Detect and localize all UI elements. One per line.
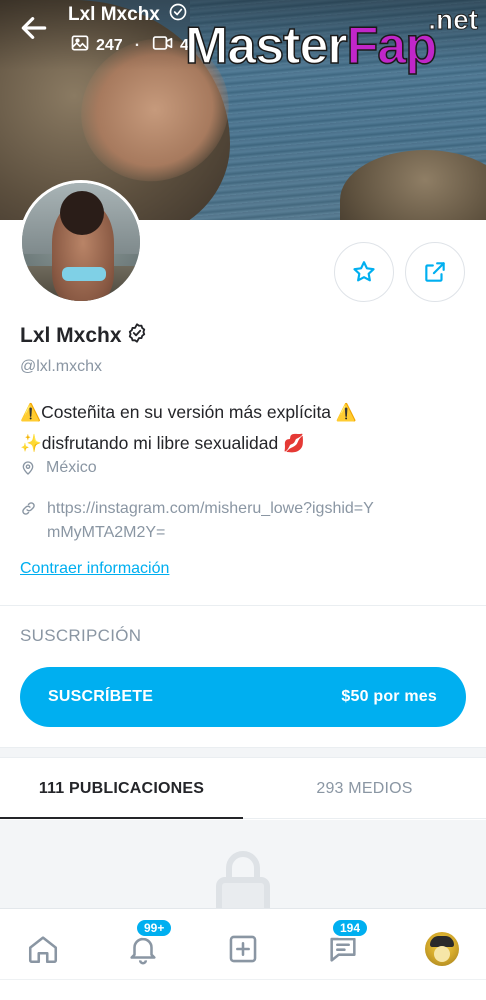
website-link[interactable]: https://instagram.com/misheru_lowe?igshi… bbox=[47, 497, 377, 545]
location-icon bbox=[22, 461, 34, 475]
watermark-right: Fap bbox=[346, 16, 438, 76]
share-button[interactable] bbox=[405, 242, 465, 302]
sparkles-icon: ✨ bbox=[20, 433, 42, 453]
location-row: México bbox=[20, 459, 97, 477]
header-name: Lxl Mxchx bbox=[68, 4, 160, 25]
website-row[interactable]: https://instagram.com/misheru_lowe?igshi… bbox=[20, 497, 377, 545]
star-icon bbox=[353, 261, 375, 282]
subscription-title: SUSCRIPCIÓN bbox=[20, 626, 142, 645]
subscribe-price: $50 por mes bbox=[341, 688, 437, 705]
header-title: Lxl Mxchx bbox=[68, 2, 188, 28]
back-button[interactable] bbox=[18, 12, 50, 44]
watermark-left: Master bbox=[184, 16, 348, 76]
warning-icon: ⚠️ bbox=[335, 403, 358, 422]
avatar-swimsuit bbox=[62, 267, 106, 281]
home-icon bbox=[28, 936, 58, 964]
notifications-badge: 99+ bbox=[135, 918, 174, 938]
plus-square-icon bbox=[229, 935, 257, 963]
bio-line: ✨disfrutando mi libre sexualidad 💋 bbox=[20, 428, 470, 458]
lock-icon bbox=[216, 851, 270, 908]
subscribe-label: SUSCRÍBETE bbox=[48, 688, 154, 705]
nav-profile[interactable] bbox=[422, 929, 462, 969]
tab-media[interactable]: 293 MEDIOS bbox=[243, 759, 486, 818]
section-divider bbox=[0, 605, 486, 606]
collapse-info-link[interactable]: Contraer información bbox=[20, 560, 169, 578]
header-stats: 247 · 4 bbox=[70, 33, 189, 58]
location-text: México bbox=[46, 459, 97, 476]
avatar-hair bbox=[60, 191, 104, 235]
favorite-button[interactable] bbox=[334, 242, 394, 302]
avatar-face bbox=[434, 946, 450, 962]
user-avatar bbox=[425, 932, 459, 966]
image-icon bbox=[70, 33, 90, 58]
photos-count: 247 bbox=[96, 36, 123, 54]
verified-icon bbox=[126, 322, 148, 350]
watermark-text: MasterFap bbox=[184, 16, 438, 76]
nav-notifications[interactable]: 99+ bbox=[123, 918, 174, 969]
locked-content-area bbox=[0, 820, 486, 908]
link-icon bbox=[22, 502, 35, 515]
watermark-logo: .net MasterFap bbox=[184, 4, 486, 84]
profile-handle: @lxl.mxchx bbox=[20, 358, 103, 375]
video-icon bbox=[152, 33, 174, 58]
profile-name: Lxl Mxchx bbox=[20, 324, 122, 347]
profile-bio: ⚠️Costeñita en su versión más explícita … bbox=[20, 397, 470, 458]
content-tabs: 111 PUBLICACIONES 293 MEDIOS bbox=[0, 759, 486, 819]
warning-icon: ⚠️ bbox=[20, 403, 42, 422]
section-gap bbox=[0, 747, 486, 758]
subscribe-button[interactable]: SUSCRÍBETE $50 por mes bbox=[20, 667, 466, 727]
nav-messages[interactable]: 194 bbox=[323, 918, 370, 969]
nav-home[interactable] bbox=[23, 929, 63, 969]
nav-add-post[interactable] bbox=[223, 929, 263, 969]
share-icon bbox=[425, 262, 445, 282]
tab-posts[interactable]: 111 PUBLICACIONES bbox=[0, 759, 243, 819]
bottom-navigation: 99+ 194 bbox=[0, 908, 486, 1000]
profile-name-row: Lxl Mxchx bbox=[20, 322, 148, 350]
back-arrow-icon bbox=[21, 17, 47, 39]
nav-bottom-line bbox=[0, 979, 486, 980]
lips-icon: 💋 bbox=[283, 433, 305, 453]
bio-line-2: disfrutando mi libre sexualidad bbox=[41, 433, 279, 453]
avatar[interactable] bbox=[19, 180, 143, 304]
stat-separator: · bbox=[134, 36, 141, 54]
bio-line: ⚠️Costeñita en su versión más explícita … bbox=[20, 397, 470, 428]
bio-line-1: Costeñita en su versión más explícita bbox=[41, 402, 332, 422]
messages-badge: 194 bbox=[331, 918, 370, 938]
